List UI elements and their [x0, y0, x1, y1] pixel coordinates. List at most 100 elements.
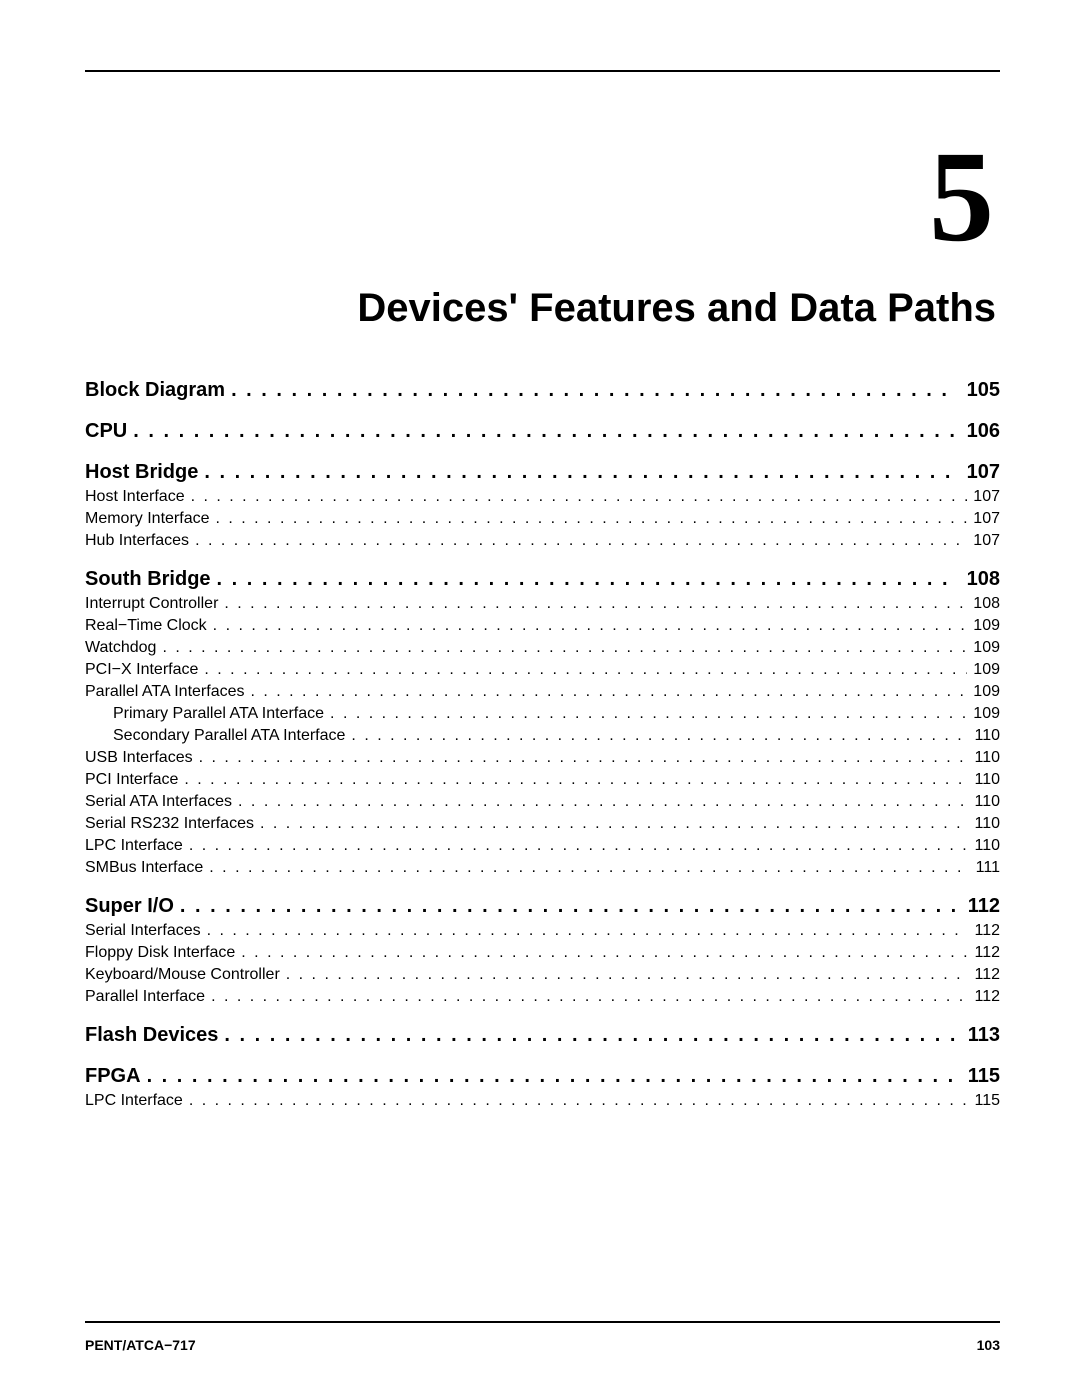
- toc-entry[interactable]: PCI Interface 110: [85, 771, 1000, 789]
- toc-entry-label: SMBus Interface: [85, 859, 203, 877]
- footer-area: PENT/ATCA−717 103: [85, 1281, 1000, 1353]
- top-rule: [85, 70, 1000, 72]
- toc-entry-label: Block Diagram: [85, 379, 225, 402]
- toc-entry-page: 107: [973, 532, 1000, 550]
- toc-entry[interactable]: Super I/O 112: [85, 895, 1000, 918]
- toc-entry[interactable]: Primary Parallel ATA Interface 109: [85, 705, 1000, 723]
- chapter-number: 5: [85, 132, 994, 262]
- toc-entry[interactable]: Floppy Disk Interface112: [85, 944, 1000, 962]
- toc-entry-page: 108: [963, 568, 1000, 591]
- toc-entry[interactable]: Secondary Parallel ATA Interface110: [85, 727, 1000, 745]
- toc-leader-dots: [250, 683, 967, 701]
- toc-entry-page: 112: [964, 895, 1000, 918]
- toc-entry-label: Watchdog: [85, 639, 156, 657]
- toc-entry-label: LPC Interface: [85, 1092, 183, 1110]
- toc-entry-label: South Bridge: [85, 568, 211, 591]
- toc-leader-dots: [217, 568, 957, 591]
- toc-entry-label: PCI Interface: [85, 771, 178, 789]
- toc-leader-dots: [215, 510, 967, 528]
- toc-entry[interactable]: Serial Interfaces 112: [85, 922, 1000, 940]
- toc-entry-page: 112: [974, 988, 1000, 1006]
- toc-leader-dots: [224, 1024, 957, 1047]
- toc-leader-dots: [207, 922, 969, 940]
- toc-entry-label: Flash Devices: [85, 1024, 218, 1047]
- toc-entry[interactable]: Parallel Interface112: [85, 988, 1000, 1006]
- toc-entry-page: 110: [974, 771, 1000, 789]
- toc-leader-dots: [204, 461, 956, 484]
- toc-entry[interactable]: LPC Interface110: [85, 837, 1000, 855]
- toc-entry-label: Hub Interfaces: [85, 532, 189, 550]
- chapter-title: Devices' Features and Data Paths: [85, 286, 996, 331]
- toc-leader-dots: [162, 639, 967, 657]
- footer-left: PENT/ATCA−717: [85, 1337, 196, 1353]
- toc-entry-label: Primary Parallel ATA Interface: [85, 705, 324, 723]
- toc-entry[interactable]: Interrupt Controller 108: [85, 595, 1000, 613]
- toc-leader-dots: [189, 1092, 969, 1110]
- toc-entry[interactable]: SMBus Interface 111: [85, 859, 1000, 877]
- bottom-rule: [85, 1321, 1000, 1323]
- toc-entry-label: Memory Interface: [85, 510, 209, 528]
- toc-entry-label: Interrupt Controller: [85, 595, 218, 613]
- toc-entry-page: 105: [963, 379, 1000, 402]
- toc-entry[interactable]: Watchdog 109: [85, 639, 1000, 657]
- toc-entry-page: 111: [976, 859, 1000, 877]
- toc-entry-label: Serial Interfaces: [85, 922, 201, 940]
- toc-entry-page: 107: [973, 488, 1000, 506]
- footer-row: PENT/ATCA−717 103: [85, 1337, 1000, 1353]
- toc-leader-dots: [147, 1065, 958, 1088]
- toc-entry-label: Serial RS232 Interfaces: [85, 815, 254, 833]
- toc-entry[interactable]: USB Interfaces 110: [85, 749, 1000, 767]
- toc-entry-label: FPGA: [85, 1065, 141, 1088]
- toc-entry[interactable]: Block Diagram 105: [85, 379, 1000, 402]
- toc-leader-dots: [351, 727, 968, 745]
- toc-leader-dots: [195, 532, 967, 550]
- toc-entry-page: 112: [974, 922, 1000, 940]
- toc-entry-page: 110: [974, 815, 1000, 833]
- toc-entry-page: 109: [973, 705, 1000, 723]
- toc-entry-page: 109: [973, 639, 1000, 657]
- table-of-contents: Block Diagram105CPU106Host Bridge107Host…: [85, 379, 1000, 1110]
- toc-leader-dots: [224, 595, 967, 613]
- toc-entry[interactable]: Parallel ATA Interfaces109: [85, 683, 1000, 701]
- toc-entry[interactable]: CPU106: [85, 420, 1000, 443]
- toc-entry[interactable]: Real−Time Clock109: [85, 617, 1000, 635]
- toc-entry-page: 110: [974, 793, 1000, 811]
- toc-entry-page: 110: [974, 749, 1000, 767]
- toc-entry[interactable]: Memory Interface 107: [85, 510, 1000, 528]
- toc-entry[interactable]: PCI−X Interface 109: [85, 661, 1000, 679]
- toc-entry-label: Host Bridge: [85, 461, 198, 484]
- toc-entry[interactable]: South Bridge 108: [85, 568, 1000, 591]
- toc-entry[interactable]: Serial RS232 Interfaces 110: [85, 815, 1000, 833]
- toc-entry-page: 108: [973, 595, 1000, 613]
- toc-entry-label: USB Interfaces: [85, 749, 193, 767]
- toc-entry[interactable]: Keyboard/Mouse Controller112: [85, 966, 1000, 984]
- toc-entry[interactable]: Flash Devices 113: [85, 1024, 1000, 1047]
- toc-leader-dots: [241, 944, 968, 962]
- toc-entry[interactable]: Host Bridge 107: [85, 461, 1000, 484]
- toc-entry-label: PCI−X Interface: [85, 661, 198, 679]
- toc-entry[interactable]: Hub Interfaces 107: [85, 532, 1000, 550]
- toc-entry-label: Real−Time Clock: [85, 617, 207, 635]
- toc-entry[interactable]: Serial ATA Interfaces 110: [85, 793, 1000, 811]
- toc-leader-dots: [211, 988, 968, 1006]
- toc-entry-page: 115: [974, 1092, 1000, 1110]
- toc-entry[interactable]: FPGA115: [85, 1065, 1000, 1088]
- toc-leader-dots: [133, 420, 956, 443]
- toc-entry-page: 109: [973, 661, 1000, 679]
- toc-leader-dots: [180, 895, 958, 918]
- toc-entry-page: 110: [974, 837, 1000, 855]
- toc-leader-dots: [189, 837, 969, 855]
- toc-entry[interactable]: LPC Interface 115: [85, 1092, 1000, 1110]
- toc-entry-label: Serial ATA Interfaces: [85, 793, 232, 811]
- toc-entry-label: Super I/O: [85, 895, 174, 918]
- toc-entry-page: 112: [974, 944, 1000, 962]
- toc-leader-dots: [330, 705, 967, 723]
- toc-entry[interactable]: Host Interface 107: [85, 488, 1000, 506]
- toc-entry-label: Keyboard/Mouse Controller: [85, 966, 280, 984]
- toc-entry-page: 107: [963, 461, 1000, 484]
- toc-leader-dots: [209, 859, 969, 877]
- toc-entry-label: Host Interface: [85, 488, 185, 506]
- toc-entry-page: 107: [973, 510, 1000, 528]
- toc-leader-dots: [286, 966, 969, 984]
- toc-entry-page: 113: [964, 1024, 1000, 1047]
